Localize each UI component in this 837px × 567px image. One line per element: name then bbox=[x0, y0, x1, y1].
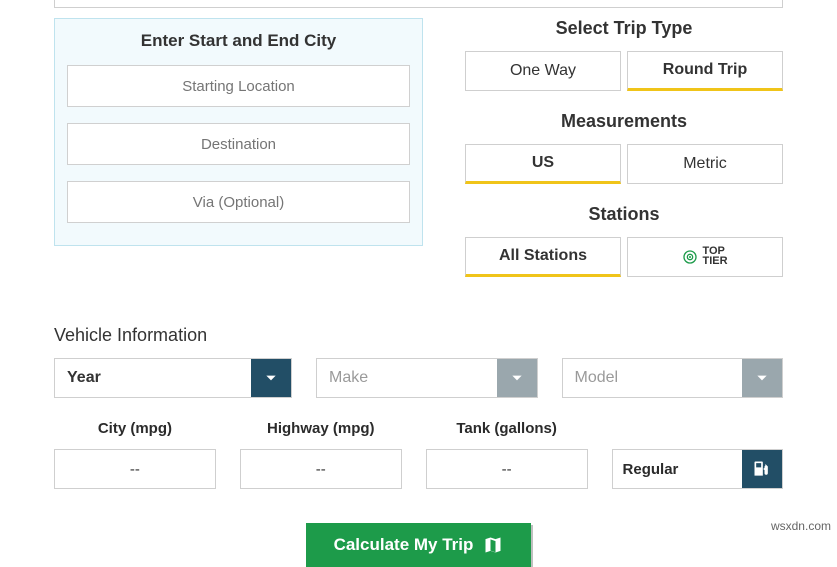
city-mpg-input[interactable]: -- bbox=[54, 449, 216, 489]
previous-panel-bottom bbox=[54, 0, 783, 8]
calculate-button[interactable]: Calculate My Trip bbox=[306, 523, 532, 567]
start-location-input[interactable] bbox=[67, 65, 410, 107]
target-icon bbox=[682, 249, 698, 265]
vehicle-info-title: Vehicle Information bbox=[54, 325, 783, 346]
chevron-down-icon bbox=[497, 359, 537, 397]
highway-mpg-label: Highway (mpg) bbox=[267, 420, 375, 437]
model-select[interactable]: Model bbox=[562, 358, 784, 398]
tank-input[interactable]: -- bbox=[426, 449, 588, 489]
make-select-label: Make bbox=[317, 359, 497, 397]
chevron-down-icon bbox=[251, 359, 291, 397]
city-panel-title: Enter Start and End City bbox=[67, 31, 410, 51]
tank-col: Tank (gallons) -- bbox=[426, 420, 588, 489]
highway-mpg-col: Highway (mpg) -- bbox=[240, 420, 402, 489]
watermark: wsxdn.com bbox=[771, 519, 831, 533]
trip-type-title: Select Trip Type bbox=[556, 18, 693, 39]
trip-type-roundtrip[interactable]: Round Trip bbox=[627, 51, 783, 91]
fuel-label: Regular bbox=[613, 450, 742, 488]
city-mpg-col: City (mpg) -- bbox=[54, 420, 216, 489]
map-icon bbox=[483, 535, 503, 555]
highway-mpg-input[interactable]: -- bbox=[240, 449, 402, 489]
destination-input[interactable] bbox=[67, 123, 410, 165]
model-select-label: Model bbox=[563, 359, 743, 397]
city-mpg-label: City (mpg) bbox=[98, 420, 172, 437]
trip-type-oneway[interactable]: One Way bbox=[465, 51, 621, 91]
toptier-line2: TIER bbox=[702, 257, 727, 267]
fuel-type-select[interactable]: Regular bbox=[612, 449, 783, 489]
chevron-down-icon bbox=[742, 359, 782, 397]
calculate-button-label: Calculate My Trip bbox=[334, 535, 474, 555]
trip-type-group: One Way Round Trip bbox=[465, 51, 783, 91]
stations-toptier[interactable]: TOP TIER bbox=[627, 237, 783, 277]
make-select[interactable]: Make bbox=[316, 358, 538, 398]
stations-group: All Stations TOP TIER bbox=[465, 237, 783, 277]
via-input[interactable] bbox=[67, 181, 410, 223]
measurements-us[interactable]: US bbox=[465, 144, 621, 184]
tank-label: Tank (gallons) bbox=[456, 420, 557, 437]
stations-title: Stations bbox=[588, 204, 659, 225]
measurements-title: Measurements bbox=[561, 111, 687, 132]
year-select-label: Year bbox=[55, 359, 251, 397]
city-panel: Enter Start and End City bbox=[54, 18, 423, 246]
year-select[interactable]: Year bbox=[54, 358, 292, 398]
toptier-logo: TOP TIER bbox=[682, 247, 727, 267]
measurements-group: US Metric bbox=[465, 144, 783, 184]
stations-all[interactable]: All Stations bbox=[465, 237, 621, 277]
fuel-pump-icon bbox=[742, 450, 782, 488]
measurements-metric[interactable]: Metric bbox=[627, 144, 783, 184]
options-column: Select Trip Type One Way Round Trip Meas… bbox=[465, 18, 783, 297]
